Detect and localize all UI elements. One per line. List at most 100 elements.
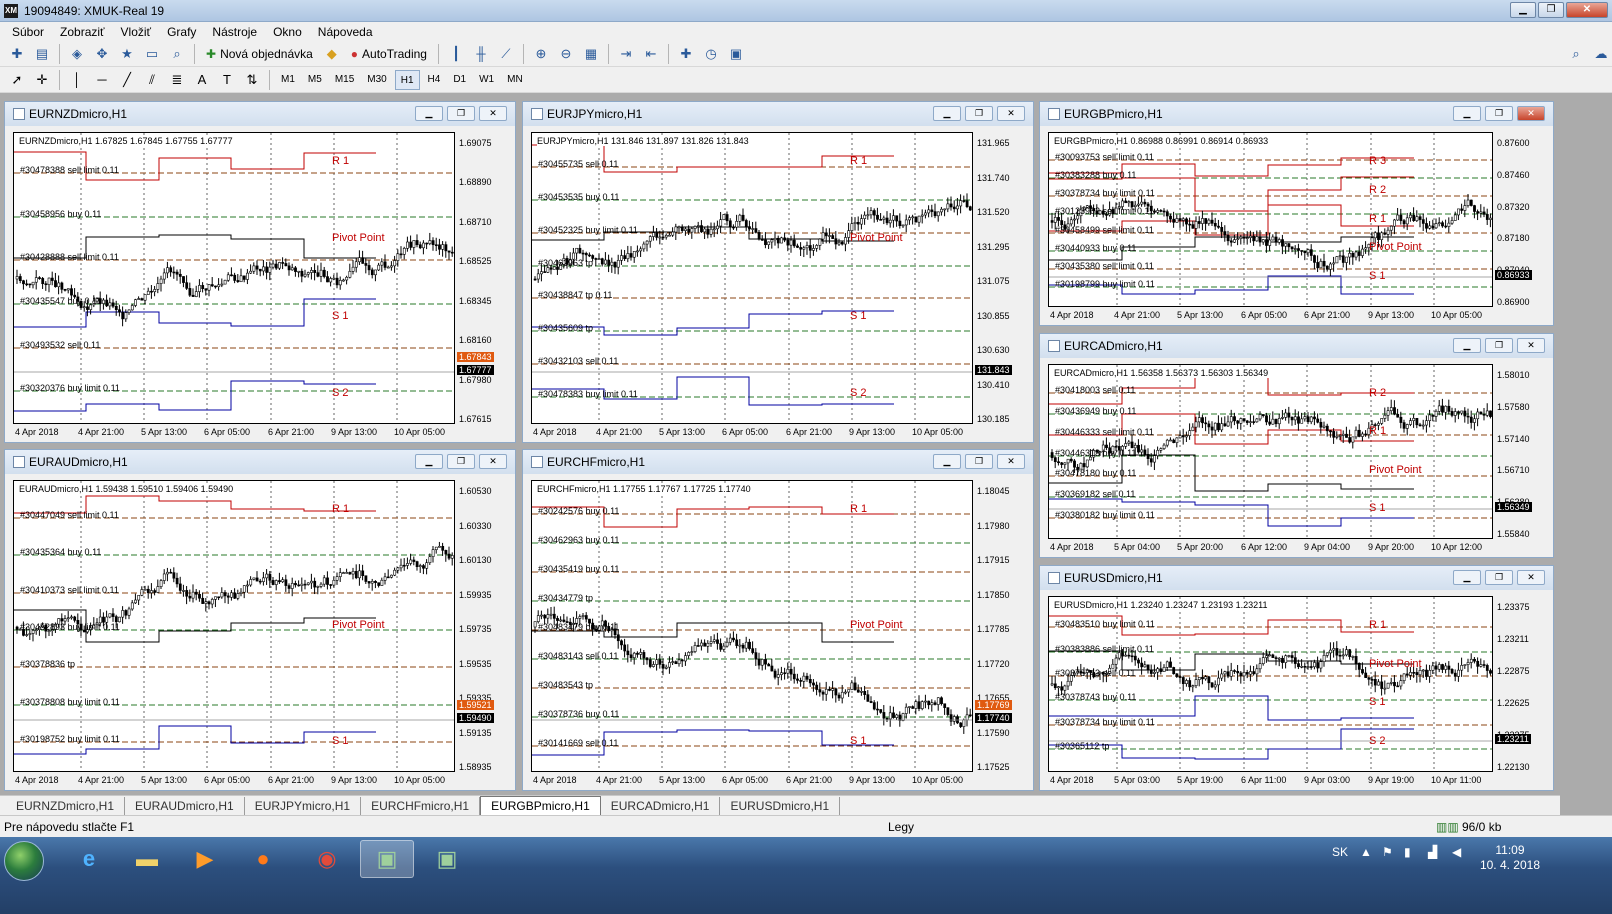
chart-plot[interactable]: EURJPYmicro,H1 131.846 131.897 131.826 1… [531, 132, 973, 424]
navigator-icon[interactable]: ★ [116, 44, 138, 64]
order-label[interactable]: #30478180 buy 0.11 [1055, 468, 1136, 478]
order-label[interactable]: #30478388 sell limit 0.11 [20, 165, 119, 175]
search-icon[interactable]: ⌕ [1565, 44, 1587, 64]
chart-plot[interactable]: EURCADmicro,H1 1.56358 1.56373 1.56303 1… [1048, 364, 1493, 539]
chart-title-bar[interactable]: EURCHFmicro,H1 ▁ ❐ ✕ [523, 450, 1033, 474]
tab-eurnzd[interactable]: EURNZDmicro,H1 [6, 797, 126, 815]
order-label[interactable]: #30320376 buy limit 0.11 [20, 383, 120, 393]
order-label[interactable]: #30440933 buy 0.11 [1055, 243, 1136, 253]
order-label[interactable]: #30453535 buy 0.11 [538, 192, 619, 202]
volume-icon[interactable]: ◀ [1452, 845, 1461, 859]
minimize-button[interactable]: ▁ [1510, 2, 1536, 18]
candlestick-icon[interactable]: ╫ [470, 44, 492, 64]
order-label[interactable]: #30458956 buy 0.11 [20, 209, 101, 219]
chart-title-bar[interactable]: EURCADmicro,H1 ▁ ❐ ✕ [1040, 334, 1553, 358]
chart-window-eurjpy[interactable]: EURJPYmicro,H1 ▁ ❐ ✕ EURJPYmicro,H1 131.… [522, 101, 1034, 443]
menu-insert[interactable]: Vložiť [113, 25, 160, 39]
restore-button[interactable]: ❐ [1538, 2, 1564, 18]
order-label[interactable]: #30483143 sell 0.11 [538, 651, 618, 661]
chart-close-button[interactable]: ✕ [479, 454, 507, 469]
new-order-button[interactable]: ✚ Nová objednávka [201, 44, 318, 64]
chart-plot[interactable]: EURNZDmicro,H1 1.67825 1.67845 1.67755 1… [13, 132, 455, 424]
order-label[interactable]: #30455735 sell 0.11 [538, 159, 618, 169]
order-label[interactable]: #30434779 tp [538, 593, 593, 603]
bar-chart-icon[interactable]: ┃ [445, 44, 467, 64]
metatrader-icon[interactable]: ▣ [360, 840, 414, 878]
media-player-icon[interactable]: ▶ [178, 840, 232, 878]
order-label[interactable]: #30462963 tp [538, 258, 593, 268]
timeframe-m1[interactable]: M1 [276, 70, 300, 90]
text-label-icon[interactable]: T [216, 70, 238, 90]
order-label[interactable]: #30378808 buy limit 0.11 [20, 697, 120, 707]
order-label[interactable]: #30378836 tp [20, 659, 75, 669]
order-label[interactable]: #30435380 sell limit 0.11 [1055, 261, 1154, 271]
text-icon[interactable]: A [191, 70, 213, 90]
strategy-tester-icon[interactable]: ⌕ [166, 44, 188, 64]
chart-minimize-button[interactable]: ▁ [1453, 570, 1481, 585]
arrows-icon[interactable]: ⇅ [241, 70, 263, 90]
tab-eurchf[interactable]: EURCHFmicro,H1 [361, 797, 481, 815]
order-label[interactable]: #30378734 buy limit 0.11 [1055, 188, 1155, 198]
chart-title-bar[interactable]: EURGBPmicro,H1 ▁ ❐ ✕ [1040, 102, 1553, 126]
chart-plot[interactable]: EURAUDmicro,H1 1.59438 1.59510 1.59406 1… [13, 480, 455, 772]
chart-window-eurcad[interactable]: EURCADmicro,H1 ▁ ❐ ✕ EURCADmicro,H1 1.56… [1039, 333, 1554, 558]
order-label[interactable]: #30383886 sell limit 0.11 [1055, 644, 1154, 654]
menu-window[interactable]: Okno [265, 25, 310, 39]
menu-charts[interactable]: Grafy [159, 25, 204, 39]
chart-close-button[interactable]: ✕ [1517, 106, 1545, 121]
timeframe-h1[interactable]: H1 [394, 69, 420, 90]
order-label[interactable]: #30446313 buy 0.11 [1055, 448, 1136, 458]
chart-window-euraud[interactable]: EURAUDmicro,H1 ▁ ❐ ✕ EURAUDmicro,H1 1.59… [4, 449, 516, 791]
order-label[interactable]: #30369182 sell 0.11 [1055, 489, 1135, 499]
chart-plot[interactable]: EURUSDmicro,H1 1.23240 1.23247 1.23193 1… [1048, 596, 1493, 772]
chart-close-button[interactable]: ✕ [1517, 570, 1545, 585]
order-label[interactable]: #30438847 tp 0.11 [538, 290, 612, 300]
clock[interactable]: 11:09 10. 4. 2018 [1480, 843, 1540, 873]
order-label[interactable]: #30378743 buy 0.11 [1055, 692, 1136, 702]
new-chart-icon[interactable]: ✚ [6, 44, 28, 64]
order-label[interactable]: #30093753 sell limit 0.11 [1055, 152, 1154, 162]
terminal-icon[interactable]: ▭ [141, 44, 163, 64]
tile-windows-icon[interactable]: ▦ [580, 44, 602, 64]
order-label[interactable]: #30483543 tp [538, 680, 593, 690]
chart-title-bar[interactable]: EURJPYmicro,H1 ▁ ❐ ✕ [523, 102, 1033, 126]
order-label[interactable]: #30435419 buy 0.11 [538, 564, 619, 574]
vertical-line-icon[interactable]: │ [66, 70, 88, 90]
periods-icon[interactable]: ◷ [700, 44, 722, 64]
timeframe-h4[interactable]: H4 [423, 70, 446, 90]
chart-maximize-button[interactable]: ❐ [447, 454, 475, 469]
order-label[interactable]: #30458499 sell limit 0.11 [1055, 225, 1154, 235]
order-label[interactable]: #30410373 sell limit 0.11 [20, 585, 119, 595]
cursor-icon[interactable]: ➚ [6, 70, 28, 90]
order-label[interactable]: #30123962 sell limit 0.11 [1055, 206, 1154, 216]
horizontal-line-icon[interactable]: ─ [91, 70, 113, 90]
order-label[interactable]: #30432103 sell 0.11 [538, 356, 618, 366]
indicators-icon[interactable]: ✚ [675, 44, 697, 64]
order-label[interactable]: #30435547 buy 0.11 [20, 296, 101, 306]
order-label[interactable]: #30428888 sell limit 0.11 [20, 252, 119, 262]
chart-window-eurusd[interactable]: EURUSDmicro,H1 ▁ ❐ ✕ EURUSDmicro,H1 1.23… [1039, 565, 1554, 791]
chart-title-bar[interactable]: EURUSDmicro,H1 ▁ ❐ ✕ [1040, 566, 1553, 590]
chart-maximize-button[interactable]: ❐ [1485, 106, 1513, 121]
firefox-icon[interactable]: ● [236, 840, 290, 878]
order-label[interactable]: #30493532 sell 0.11 [20, 340, 100, 350]
trendline-icon[interactable]: ╱ [116, 70, 138, 90]
close-button[interactable]: ✕ [1566, 2, 1608, 18]
tab-eurjpy[interactable]: EURJPYmicro,H1 [245, 797, 362, 815]
market-watch-icon[interactable]: ◈ [66, 44, 88, 64]
start-button[interactable] [4, 841, 44, 881]
order-label[interactable]: #30365112 tp [1055, 741, 1109, 751]
chart-minimize-button[interactable]: ▁ [933, 106, 961, 121]
timeframe-w1[interactable]: W1 [474, 70, 499, 90]
chart-minimize-button[interactable]: ▁ [1453, 338, 1481, 353]
timeframe-m30[interactable]: M30 [362, 70, 391, 90]
line-chart-icon[interactable]: ⟋ [495, 44, 517, 64]
metatrader-2-icon[interactable]: ▣ [420, 840, 474, 878]
chart-maximize-button[interactable]: ❐ [1485, 570, 1513, 585]
flag-icon[interactable]: ⚑ [1382, 845, 1393, 859]
order-label[interactable]: #30436949 buy 0.11 [1055, 406, 1136, 416]
chart-window-eurnzd[interactable]: EURNZDmicro,H1 ▁ ❐ ✕ EURNZDmicro,H1 1.67… [4, 101, 516, 443]
chart-maximize-button[interactable]: ❐ [965, 106, 993, 121]
order-label[interactable]: #30446333 sell limit 0.11 [1055, 427, 1154, 437]
data-window-icon[interactable]: ✥ [91, 44, 113, 64]
